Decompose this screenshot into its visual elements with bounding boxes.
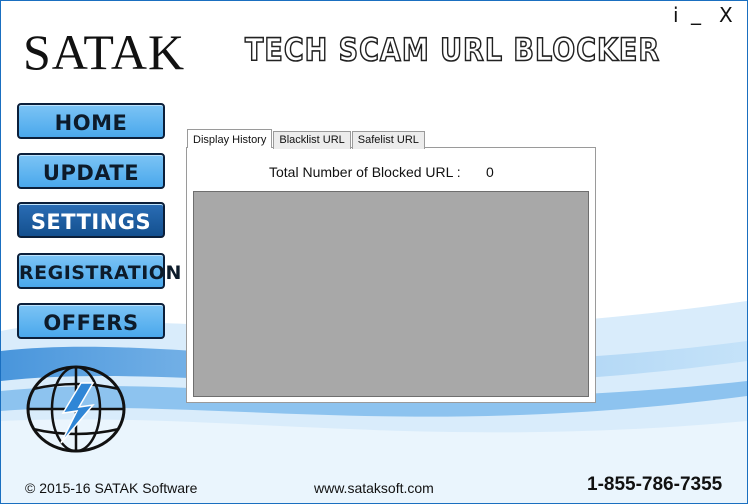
nav-home-button[interactable]: HOME bbox=[17, 103, 165, 139]
minimize-button[interactable]: _ bbox=[691, 3, 701, 23]
tab-display-history[interactable]: Display History bbox=[187, 129, 273, 148]
total-blocked-label: Total Number of Blocked URL : bbox=[269, 164, 461, 180]
globe-logo-icon bbox=[26, 365, 126, 453]
app-window: SATAK TECH SCAM URL BLOCKER i _ X HOME U… bbox=[0, 0, 748, 504]
tab-bar: Display History Blacklist URL Safelist U… bbox=[187, 129, 426, 149]
footer-copyright: © 2015-16 SATAK Software bbox=[25, 480, 198, 496]
tab-blacklist-url[interactable]: Blacklist URL bbox=[273, 131, 351, 149]
history-list[interactable] bbox=[193, 191, 589, 397]
nav-registration-button[interactable]: REGISTRATION bbox=[17, 253, 181, 289]
nav-offers-button[interactable]: OFFERS bbox=[17, 303, 165, 339]
close-button[interactable]: X bbox=[719, 5, 733, 25]
info-button[interactable]: i bbox=[673, 5, 679, 25]
app-title: TECH SCAM URL BLOCKER bbox=[244, 32, 661, 69]
total-blocked-count: 0 bbox=[486, 164, 494, 180]
tab-safelist-url[interactable]: Safelist URL bbox=[351, 131, 425, 149]
footer-website-link[interactable]: www.sataksoft.com bbox=[314, 480, 434, 496]
nav-update-button[interactable]: UPDATE bbox=[17, 153, 165, 189]
brand-logo-text: SATAK bbox=[23, 24, 186, 80]
footer-phone-number: 1-855-786-7355 bbox=[587, 474, 723, 495]
nav-settings-button[interactable]: SETTINGS bbox=[17, 202, 165, 238]
